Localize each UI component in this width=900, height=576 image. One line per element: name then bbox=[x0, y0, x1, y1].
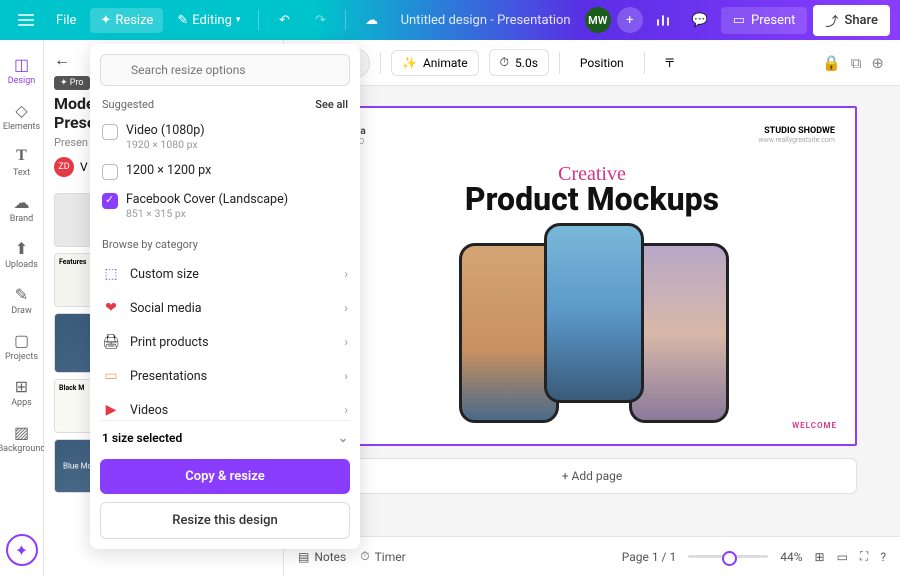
presenter-view-icon[interactable]: ▭ bbox=[837, 550, 848, 564]
undo-button[interactable]: ↶ bbox=[269, 5, 299, 35]
magic-button[interactable]: ✦ bbox=[6, 534, 38, 566]
phone-mockups bbox=[329, 233, 855, 393]
chevron-right-icon: › bbox=[344, 267, 348, 281]
cloud-sync-icon[interactable]: ☁ bbox=[356, 5, 386, 35]
help-icon[interactable]: ? bbox=[880, 550, 886, 564]
rail-elements[interactable]: ◇Elements bbox=[0, 94, 44, 138]
redo-button[interactable]: ↷ bbox=[305, 5, 335, 35]
rail-apps[interactable]: ⊞Apps bbox=[0, 370, 44, 414]
suggested-label: Suggested bbox=[102, 98, 154, 111]
chevron-right-icon: › bbox=[344, 301, 348, 315]
resize-dropdown: Suggested See all Video (1080p)1920 × 10… bbox=[90, 44, 360, 549]
page-indicator[interactable]: Page 1 / 1 bbox=[622, 550, 677, 564]
bottom-bar: ▤Notes ⏱Timer Page 1 / 1 44% ⊞ ▭ ⛶ ? bbox=[284, 536, 900, 576]
chevron-right-icon: › bbox=[344, 369, 348, 383]
resize-option-facebook[interactable]: Facebook Cover (Landscape)851 × 315 px bbox=[100, 186, 350, 226]
phone-mockup bbox=[544, 223, 644, 403]
slide-heading: Creative Product Mockups bbox=[329, 163, 855, 218]
fullscreen-icon[interactable]: ⛶ bbox=[860, 549, 868, 564]
lock-icon[interactable]: 🔒 bbox=[822, 54, 841, 72]
add-icon[interactable]: ⊕ bbox=[871, 54, 884, 72]
selected-count-row[interactable]: 1 size selected ⌄ bbox=[100, 420, 350, 455]
browse-label: Browse by category bbox=[102, 238, 198, 251]
add-page-button[interactable]: + Add page bbox=[327, 458, 857, 494]
resize-search-input[interactable] bbox=[100, 54, 350, 86]
rail-uploads[interactable]: ⬆Uploads bbox=[0, 232, 44, 276]
position-button[interactable]: Position bbox=[570, 51, 634, 75]
category-print[interactable]: 🖨Print products› bbox=[100, 325, 350, 359]
present-button[interactable]: ▭Present bbox=[721, 7, 808, 34]
grid-view-icon[interactable]: ⊞ bbox=[815, 550, 825, 564]
user-avatar[interactable]: MW bbox=[585, 7, 611, 33]
chevron-right-icon: › bbox=[344, 403, 348, 416]
category-presentations[interactable]: ▭Presentations› bbox=[100, 359, 350, 393]
rail-design[interactable]: ◫Design bbox=[0, 48, 44, 92]
analytics-icon[interactable] bbox=[649, 5, 679, 35]
resize-design-button[interactable]: Resize this design bbox=[100, 502, 350, 539]
rail-draw[interactable]: ✎Draw bbox=[0, 278, 44, 322]
rail-background[interactable]: ▨Background bbox=[0, 416, 44, 460]
file-menu[interactable]: File bbox=[48, 9, 84, 32]
checkbox[interactable] bbox=[102, 164, 118, 180]
rail-text[interactable]: TText bbox=[0, 140, 44, 184]
category-social[interactable]: ❤Social media› bbox=[100, 291, 350, 325]
canvas-toolbar: ↻ ✨Animate ⏱5.0s Position 〒 🔒 ⧉ ⊕ bbox=[284, 40, 900, 86]
slide-canvas[interactable]: rcia CEO STUDIO SHODWE www.reallygreatsi… bbox=[327, 106, 857, 446]
welcome-label: WELCOME bbox=[792, 421, 837, 430]
hamburger-menu[interactable] bbox=[10, 10, 42, 30]
resize-menu[interactable]: ✦Resize bbox=[90, 8, 163, 33]
document-title[interactable]: Untitled design - Presentation bbox=[392, 13, 578, 28]
zoom-level[interactable]: 44% bbox=[780, 550, 802, 564]
creator-avatar: ZD bbox=[54, 157, 74, 177]
resize-option-video[interactable]: Video (1080p)1920 × 1080 px bbox=[100, 117, 350, 157]
editing-menu[interactable]: ✎Editing▾ bbox=[169, 9, 248, 32]
share-button[interactable]: ⤴Share bbox=[813, 5, 890, 36]
transparency-button[interactable]: 〒 bbox=[655, 48, 685, 78]
pro-badge: ✦ Pro bbox=[54, 76, 90, 90]
rail-brand[interactable]: ☁Brand bbox=[0, 186, 44, 230]
timer-button[interactable]: ⏱Timer bbox=[360, 549, 405, 564]
rail-projects[interactable]: ▢Projects bbox=[0, 324, 44, 368]
notes-button[interactable]: ▤Notes bbox=[298, 550, 346, 564]
comment-icon[interactable]: 💬 bbox=[685, 5, 715, 35]
checkbox[interactable] bbox=[102, 124, 118, 140]
see-all-link[interactable]: See all bbox=[315, 98, 348, 111]
copy-resize-button[interactable]: Copy & resize bbox=[100, 459, 350, 494]
duration-button[interactable]: ⏱5.0s bbox=[489, 49, 549, 76]
duplicate-icon[interactable]: ⧉ bbox=[851, 54, 862, 72]
add-member-button[interactable]: + bbox=[617, 7, 643, 33]
left-rail: ◫Design ◇Elements TText ☁Brand ⬆Uploads … bbox=[0, 40, 44, 576]
chevron-right-icon: › bbox=[344, 335, 348, 349]
checkbox-checked[interactable] bbox=[102, 193, 118, 209]
chevron-down-icon: ⌄ bbox=[338, 431, 348, 445]
animate-button[interactable]: ✨Animate bbox=[391, 50, 479, 76]
slide-studio: STUDIO SHODWE www.reallygreatsite.com bbox=[758, 126, 835, 144]
category-custom[interactable]: ⬚Custom size› bbox=[100, 257, 350, 291]
resize-option-square[interactable]: 1200 × 1200 px bbox=[100, 157, 350, 186]
zoom-slider[interactable] bbox=[688, 555, 768, 558]
category-videos[interactable]: ▶Videos› bbox=[100, 393, 350, 416]
phone-mockup bbox=[629, 243, 729, 423]
